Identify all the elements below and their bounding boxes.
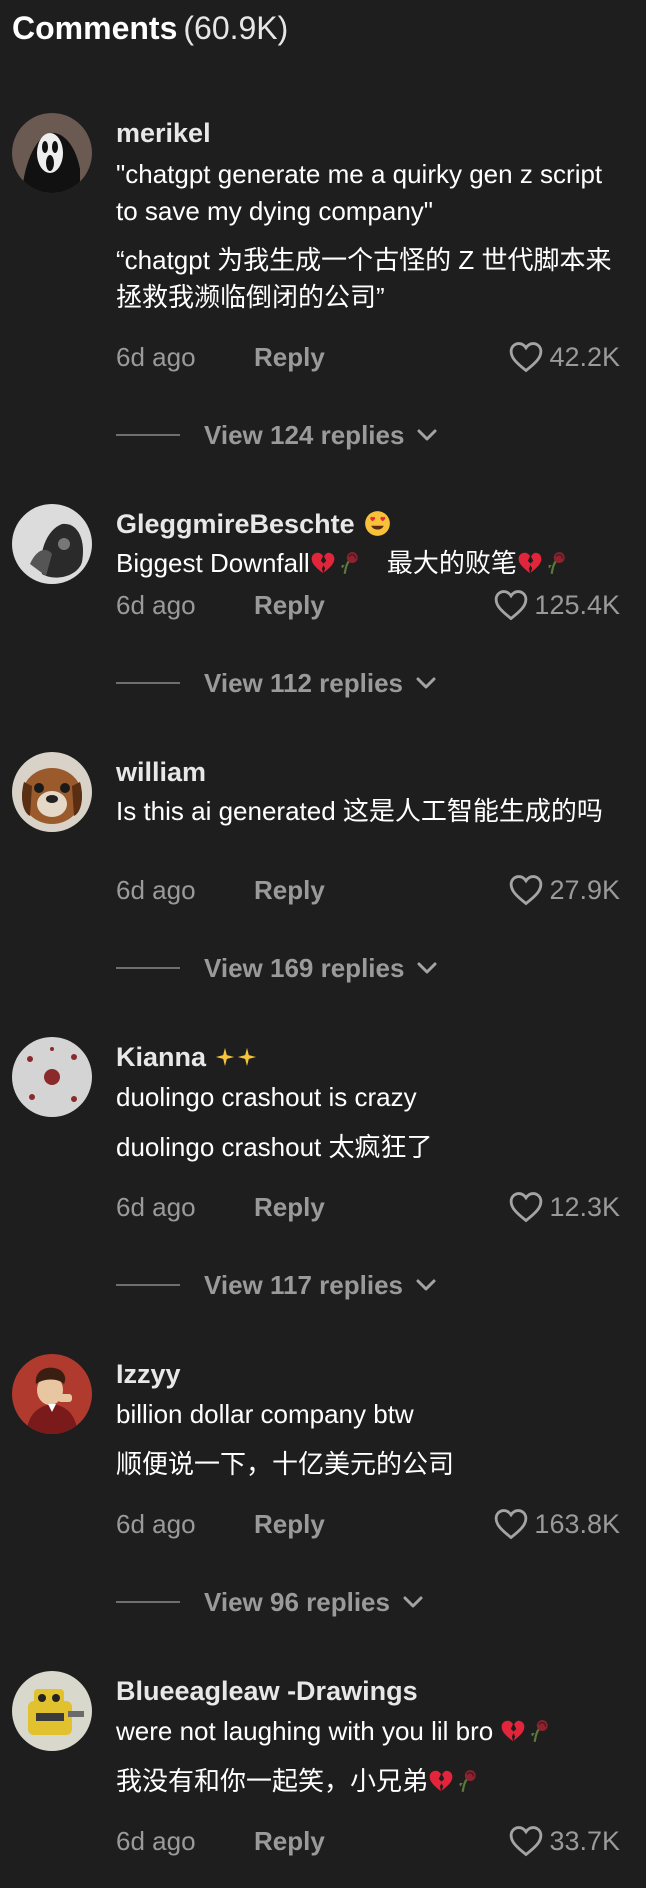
heart-icon <box>494 589 528 621</box>
avatar-kianna[interactable] <box>12 1037 92 1117</box>
comment-text: Biggest Downfall 最大的败笔 <box>116 545 636 582</box>
divider-line <box>116 1601 180 1603</box>
sparkles-emoji-icon <box>214 1046 236 1068</box>
like-count: 27.9K <box>549 874 620 905</box>
like-count: 12.3K <box>549 1191 620 1222</box>
divider-line <box>116 1284 180 1286</box>
like-button[interactable]: 33.7K <box>509 1824 620 1858</box>
comment-time: 6d ago <box>116 590 196 620</box>
broken-heart-icon <box>500 1718 526 1744</box>
broken-heart-icon <box>310 550 336 576</box>
view-replies-button[interactable]: View 117 replies <box>116 1268 437 1302</box>
view-replies-label: View 96 replies <box>204 1586 390 1617</box>
comment-text-zh: 最大的败笔 <box>386 548 517 578</box>
author-name[interactable]: GleggmireBeschte <box>116 507 391 541</box>
heart-icon <box>509 1191 543 1223</box>
like-button[interactable]: 42.2K <box>509 340 620 374</box>
avatar-merikel[interactable] <box>12 113 92 193</box>
author-name[interactable]: Izzyy <box>116 1357 181 1391</box>
comment-translation: duolingo crashout 太疯狂了 <box>116 1132 433 1162</box>
heart-icon <box>494 1508 528 1540</box>
chevron-down-icon <box>402 1595 424 1609</box>
reply-button[interactable]: Reply <box>254 1507 325 1541</box>
reply-button[interactable]: Reply <box>254 1824 325 1858</box>
reply-button[interactable]: Reply <box>254 1190 325 1224</box>
comment-translation: “chatgpt 为我生成一个古怪的 Z 世代脚本来拯救我濒临倒闭的公司” <box>116 245 612 312</box>
like-count: 42.2K <box>549 341 620 372</box>
chevron-down-icon <box>415 676 437 690</box>
comment-time: 6d ago <box>116 1826 196 1856</box>
like-button[interactable]: 125.4K <box>494 588 620 622</box>
heart-icon <box>509 341 543 373</box>
author-name[interactable]: merikel <box>116 116 211 150</box>
heart-icon <box>509 874 543 906</box>
comment-translation: 我没有和你一起笑，小兄弟 <box>116 1763 616 1800</box>
avatar-izzyy[interactable] <box>12 1354 92 1434</box>
wilted-rose-icon <box>336 550 362 576</box>
view-replies-button[interactable]: View 112 replies <box>116 666 437 700</box>
reply-button[interactable]: Reply <box>254 588 325 622</box>
wilted-rose-icon <box>526 1718 552 1744</box>
author-name-text: GleggmireBeschte <box>116 509 355 539</box>
comment-text-en: Biggest Downfall <box>116 548 310 578</box>
like-count: 33.7K <box>549 1825 620 1856</box>
heart-icon <box>509 1825 543 1857</box>
comments-title: Comments <box>12 10 178 46</box>
comment-text: billion dollar company btw <box>116 1399 414 1429</box>
heart-eyes-emoji-icon <box>364 510 391 537</box>
reply-button[interactable]: Reply <box>254 340 325 374</box>
comment-time: 6d ago <box>116 342 196 372</box>
author-name[interactable]: Blueeagleaw -Drawings <box>116 1674 418 1708</box>
comment-text: Is this ai generated 这是人工智能生成的吗 <box>116 796 603 826</box>
view-replies-label: View 117 replies <box>204 1269 403 1300</box>
like-button[interactable]: 12.3K <box>509 1190 620 1224</box>
sparkles-emoji-icon <box>236 1046 258 1068</box>
comment-time: 6d ago <box>116 1509 196 1539</box>
comments-count: (60.9K) <box>183 10 289 46</box>
view-replies-label: View 169 replies <box>204 952 405 983</box>
wilted-rose-icon <box>543 550 569 576</box>
comment-text-zh: 我没有和你一起笑，小兄弟 <box>116 1766 429 1796</box>
chevron-down-icon <box>416 428 438 442</box>
author-name[interactable]: Kianna <box>116 1040 258 1074</box>
divider-line <box>116 434 180 436</box>
comment-text: duolingo crashout is crazy <box>116 1082 417 1112</box>
comment-translation: 顺便说一下，十亿美元的公司 <box>116 1449 455 1479</box>
comment-text: were not laughing with you lil bro <box>116 1713 616 1750</box>
comment-text-en: were not laughing with you lil bro <box>116 1716 494 1746</box>
avatar-blueeagleaw[interactable] <box>12 1671 92 1751</box>
view-replies-button[interactable]: View 124 replies <box>116 418 438 452</box>
wilted-rose-icon <box>454 1768 480 1794</box>
view-replies-button[interactable]: View 169 replies <box>116 951 438 985</box>
view-replies-button[interactable]: View 96 replies <box>116 1585 424 1619</box>
chevron-down-icon <box>415 1278 437 1292</box>
divider-line <box>116 967 180 969</box>
like-button[interactable]: 27.9K <box>509 873 620 907</box>
chevron-down-icon <box>416 961 438 975</box>
broken-heart-icon <box>517 550 543 576</box>
author-name-text: Kianna <box>116 1042 207 1072</box>
like-count: 163.8K <box>534 1508 620 1539</box>
comment-time: 6d ago <box>116 1192 196 1222</box>
reply-button[interactable]: Reply <box>254 873 325 907</box>
view-replies-label: View 124 replies <box>204 419 405 450</box>
avatar-william[interactable] <box>12 752 92 832</box>
avatar-gleggmirebeschte[interactable] <box>12 504 92 584</box>
comments-header: Comments (60.9K) <box>12 8 288 48</box>
broken-heart-icon <box>428 1768 454 1794</box>
author-name[interactable]: william <box>116 755 206 789</box>
like-count: 125.4K <box>534 589 620 620</box>
divider-line <box>116 682 180 684</box>
like-button[interactable]: 163.8K <box>494 1507 620 1541</box>
comment-time: 6d ago <box>116 875 196 905</box>
comment-text: "chatgpt generate me a quirky gen z scri… <box>116 159 603 226</box>
view-replies-label: View 112 replies <box>204 667 403 698</box>
